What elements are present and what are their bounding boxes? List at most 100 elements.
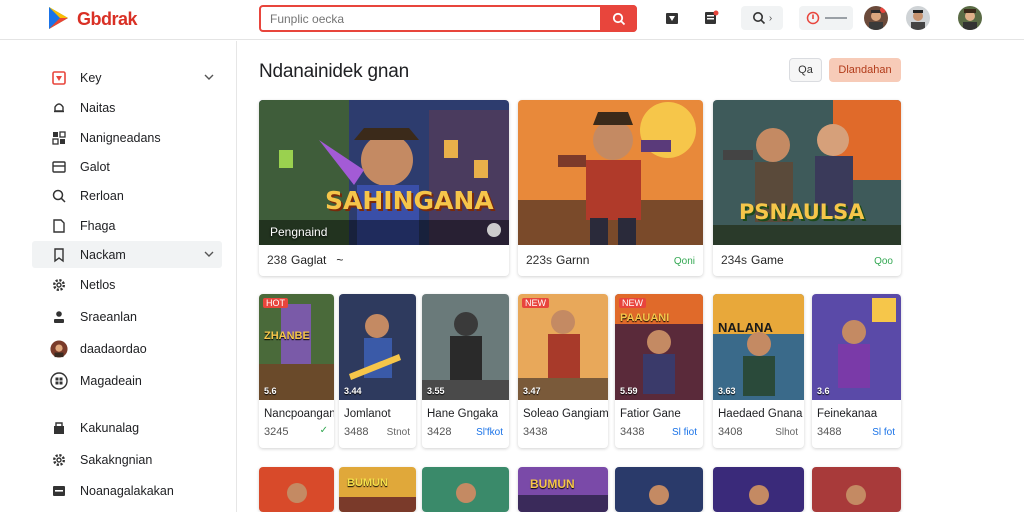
game-status: Stnot	[386, 427, 410, 438]
game-title-art: BUMUN	[530, 477, 575, 491]
apps-icon	[50, 129, 68, 147]
bookmark-icon	[50, 246, 68, 264]
sidebar-item-nackam[interactable]: Nackam	[32, 241, 222, 268]
game-artwork	[713, 294, 804, 400]
search-toggle-button[interactable]: ›	[741, 6, 783, 30]
game-title-art: BUMUN	[347, 477, 388, 489]
settings-icon	[50, 451, 68, 469]
store-icon[interactable]	[662, 8, 682, 28]
game-rating: 5.59	[620, 386, 638, 396]
game-number: 3488	[817, 426, 842, 438]
sidebar-item-label: Sakakngnian	[80, 452, 153, 467]
game-card[interactable]: BUMUN	[339, 467, 416, 512]
game-artwork	[615, 467, 703, 512]
game-card[interactable]: 3.44 Jomlanot 3488 Stnot	[339, 294, 416, 448]
sidebar-item-label: Galot	[80, 159, 110, 174]
game-artwork	[339, 294, 416, 400]
avatar[interactable]	[906, 6, 930, 30]
game-artwork	[518, 294, 608, 400]
sidebar-item-naitas[interactable]: Naitas	[32, 94, 222, 121]
game-card[interactable]	[615, 467, 703, 512]
grid-icon	[50, 371, 68, 390]
sidebar-item-sraeanlan[interactable]: Sraeanlan	[32, 303, 222, 330]
game-card[interactable]	[812, 467, 901, 512]
game-title-art: NALANA	[718, 320, 773, 335]
sidebar-item-daadaordao[interactable]: daadaordao	[32, 335, 222, 362]
sidebar-item-label: Naitas	[80, 100, 116, 115]
game-card[interactable]: NEW PAAUANI 5.59 Fatior Gane 3438 Sl fio…	[615, 294, 703, 448]
primary-action-button[interactable]: Dlandahan	[829, 58, 901, 82]
game-status: Qoni	[673, 256, 695, 267]
game-extra: ~	[336, 253, 344, 267]
filter-button-label: Qa	[798, 64, 813, 76]
search-icon	[50, 187, 68, 205]
notification-icon	[806, 11, 819, 25]
chevron-down-icon[interactable]	[204, 73, 214, 81]
featured-game-card[interactable]: SAHINGANA Pengnaind 238 Gaglat ~	[259, 100, 509, 276]
game-card[interactable]	[422, 467, 509, 512]
sidebar-item-magadeain[interactable]: Magadeain	[32, 367, 222, 394]
sidebar-item-netlos[interactable]: Netlos	[32, 271, 222, 298]
game-status: Sl fiot	[671, 427, 697, 438]
game-number: 238	[267, 253, 288, 267]
game-name: Garnn	[556, 253, 590, 267]
sidebar-item-rerloan[interactable]: Rerloan	[32, 182, 222, 209]
sidebar-item-kakunalag[interactable]: Kakunalag	[32, 414, 222, 441]
sidebar-item-label: Sraeanlan	[80, 309, 137, 324]
play-logo-icon[interactable]	[44, 4, 72, 32]
game-status: Qoo	[874, 256, 893, 267]
sidebar-item-sakakngnian[interactable]: Sakakngnian	[32, 446, 222, 473]
game-artwork	[259, 100, 509, 245]
filter-button[interactable]: Qa	[789, 58, 822, 82]
game-number: 234s	[721, 253, 748, 267]
notifications-button[interactable]	[799, 6, 853, 30]
sidebar-item-noanagalakakan[interactable]: Noanagalakakan	[32, 477, 222, 504]
game-card[interactable]	[259, 467, 334, 512]
game-card[interactable]: NALANA 3.63 Haedaed Gnana 3408 Slhot	[713, 294, 804, 448]
avatar[interactable]	[864, 6, 888, 30]
installed-check-icon: ✓	[319, 425, 328, 436]
game-artwork	[422, 467, 509, 512]
game-title: Fatior Gane	[620, 408, 681, 420]
game-artwork	[713, 467, 804, 512]
game-title-art: ZHANBE	[264, 330, 310, 342]
game-card[interactable]: BUMUN	[518, 467, 608, 512]
game-number: 223s	[526, 253, 553, 267]
play-icon[interactable]	[487, 223, 501, 237]
page-title: Ndanainidek gnan	[259, 61, 409, 82]
game-title: Haedaed Gnana	[718, 408, 803, 420]
game-rating: 5.6	[264, 386, 277, 396]
sidebar-item-fhaga[interactable]: Fhaga	[32, 212, 222, 239]
bell-icon	[50, 99, 68, 117]
sidebar-item-nanigneadans[interactable]: Nanigneadans	[32, 124, 222, 151]
game-number: 3488	[344, 426, 369, 438]
search-bar	[259, 5, 637, 32]
new-badge: NEW	[619, 298, 646, 308]
game-card[interactable]: NEW 3.47 Soleao Gangiam 3438	[518, 294, 608, 448]
search-button[interactable]	[600, 5, 637, 32]
game-card[interactable]	[713, 467, 804, 512]
sidebar-item-galot[interactable]: Galot	[32, 153, 222, 180]
sidebar-item-key[interactable]: Key	[32, 64, 222, 91]
avatar[interactable]	[958, 6, 982, 30]
news-icon[interactable]	[701, 8, 721, 28]
game-title: Feinekanaa	[817, 408, 878, 420]
game-card[interactable]: HOT ZHANBE 5.6 Nancpoangan 3245 ✓	[259, 294, 334, 448]
chevron-down-icon[interactable]	[204, 250, 214, 258]
game-rating: 3.47	[523, 386, 541, 396]
avatar-icon	[50, 339, 68, 358]
game-rating: 3.44	[344, 386, 362, 396]
game-status: Sl'fkot	[476, 427, 503, 438]
new-badge: NEW	[522, 298, 549, 308]
game-card[interactable]: 3.6 Feinekanaa 3488 Sl fot	[812, 294, 901, 448]
game-artwork	[615, 294, 703, 400]
game-title-art: PSNAULSA	[739, 200, 865, 224]
game-number: 3428	[427, 426, 452, 438]
search-icon	[612, 12, 625, 25]
sidebar-item-label: Nackam	[80, 247, 126, 262]
featured-game-card[interactable]: 223s Garnn Qoni	[518, 100, 703, 276]
search-input[interactable]	[261, 7, 601, 30]
featured-game-card[interactable]: PSNAULSA 234s Game Qoo	[713, 100, 901, 276]
sidebar-item-label: Magadeain	[80, 373, 142, 388]
game-card[interactable]: 3.55 Hane Gngaka 3428 Sl'fkot	[422, 294, 509, 448]
